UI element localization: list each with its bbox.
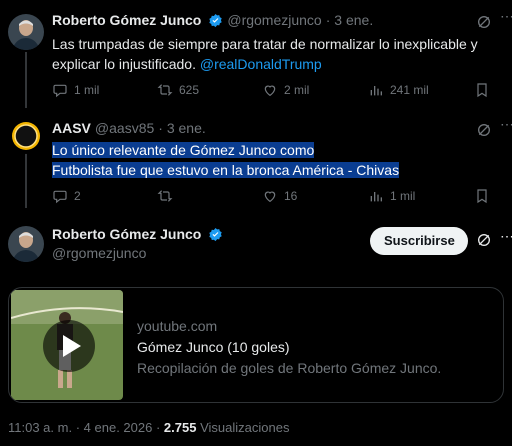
author-name[interactable]: AASV [52, 120, 91, 136]
play-button[interactable] [43, 320, 95, 372]
reply-icon [53, 190, 67, 204]
tweet-text-line-1: Lo único relevante de Gómez Junco como [52, 142, 315, 158]
reply-count: 1 mil [74, 83, 100, 97]
card-description: Recopilación de goles de Roberto Gómez J… [137, 360, 442, 376]
verified-badge-icon [209, 227, 223, 241]
reply-count: 2 [74, 189, 81, 203]
retweet-button[interactable]: 625 [157, 82, 199, 98]
views-icon [370, 86, 382, 96]
heart-icon [264, 85, 276, 97]
avatar[interactable] [8, 226, 44, 262]
retweet-icon [157, 84, 173, 96]
author-name[interactable]: Roberto Gómez Junco [52, 12, 201, 28]
grok-icon[interactable] [476, 232, 492, 248]
views-button[interactable]: 241 mil [368, 82, 429, 98]
author-handle[interactable]: @rgomezjunco [52, 245, 146, 261]
grok-icon[interactable] [476, 122, 492, 138]
subscribe-button[interactable]: Suscribirse [370, 227, 468, 255]
bookmark-icon[interactable] [474, 82, 490, 98]
views-count: 1 mil [390, 189, 416, 203]
tweet-full-date[interactable]: 4 ene. 2026 [84, 420, 153, 435]
bookmark-icon[interactable] [474, 188, 490, 204]
retweet-count: 625 [179, 83, 200, 97]
more-icon[interactable]: ⋯ [500, 228, 512, 245]
like-button[interactable]: 2 mil [262, 82, 309, 98]
heart-icon [264, 191, 276, 203]
tweet-text-line-2: Futbolista fue que estuvo en la bronca A… [52, 162, 400, 178]
thread-line [25, 152, 27, 208]
reply-button[interactable]: 2 [52, 188, 81, 204]
tweet-date[interactable]: · 3 ene. [326, 12, 373, 28]
link-card[interactable]: youtube.com Gómez Junco (10 goles) Recop… [8, 287, 504, 403]
more-icon[interactable]: ⋯ [500, 116, 512, 133]
reply-button[interactable]: 1 mil [52, 82, 99, 98]
views-total: 2.755 [163, 420, 197, 435]
views-icon [370, 192, 382, 202]
tweet-time[interactable]: 11:03 a. m. [8, 420, 72, 435]
card-title: Gómez Junco (10 goles) [137, 339, 290, 355]
like-button[interactable]: 16 [262, 188, 297, 204]
views-label: Visualizaciones [200, 420, 290, 435]
mention-link[interactable]: @realDonaldTrump [200, 56, 322, 72]
views-count: 241 mil [390, 83, 429, 97]
retweet-icon [157, 190, 173, 202]
card-domain: youtube.com [137, 318, 218, 334]
video-thumbnail[interactable] [11, 290, 123, 400]
more-icon[interactable]: ⋯ [500, 8, 512, 25]
play-icon [63, 335, 81, 357]
author-handle[interactable]: @aasv85 [95, 120, 154, 136]
reply-icon [53, 84, 67, 98]
tweet-meta: 11:03 a. m. · 4 ene. 2026 · 2.755 Visual… [8, 420, 290, 435]
tweet-date[interactable]: · 3 ene. [158, 120, 205, 136]
author-name[interactable]: Roberto Gómez Junco [52, 226, 201, 242]
thread-line [25, 52, 27, 108]
like-count: 2 mil [284, 83, 310, 97]
avatar[interactable] [8, 14, 44, 50]
grok-icon[interactable] [476, 14, 492, 30]
avatar[interactable] [8, 118, 44, 154]
verified-badge-icon [209, 13, 223, 27]
like-count: 16 [284, 189, 298, 203]
retweet-button[interactable] [157, 188, 173, 204]
author-handle[interactable]: @rgomezjunco [227, 12, 321, 28]
views-button[interactable]: 1 mil [368, 188, 415, 204]
